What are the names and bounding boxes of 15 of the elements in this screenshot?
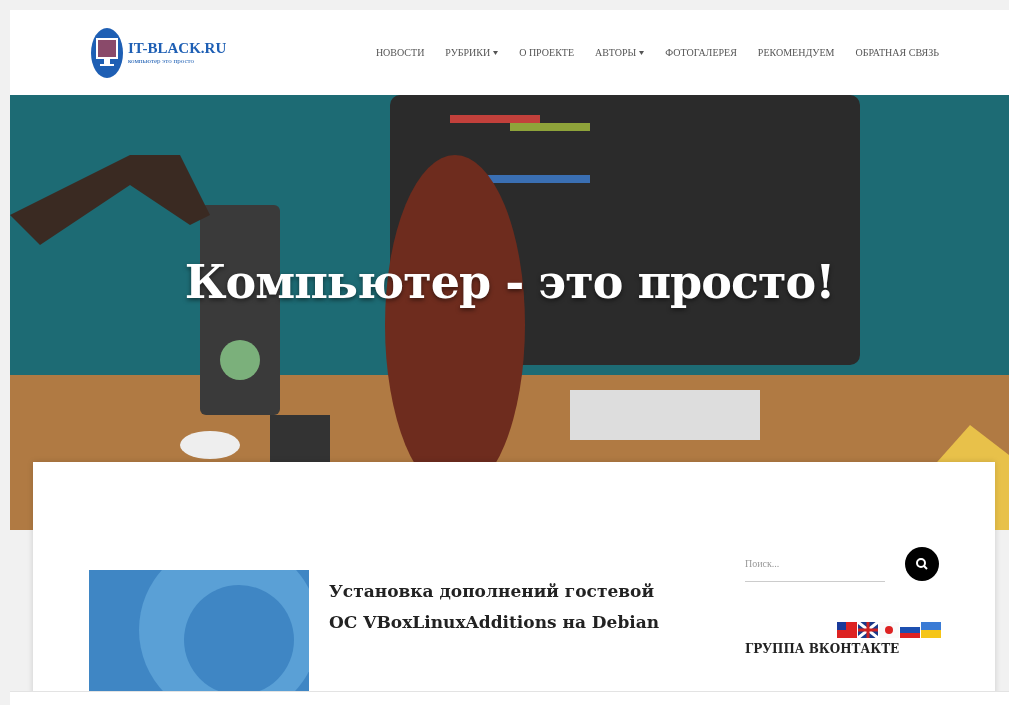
nav-link[interactable]: О ПРОЕКТЕ — [519, 47, 574, 58]
search-icon — [915, 557, 929, 571]
nav-link[interactable]: ОБРАТНАЯ СВЯЗЬ — [855, 47, 939, 58]
nav-link[interactable]: НОВОСТИ — [375, 47, 425, 58]
nav-link[interactable]: РУБРИКИ — [445, 47, 499, 58]
nav-link[interactable]: РЕКОМЕНДУЕМ — [757, 47, 835, 58]
logo-title[interactable]: IT-BLACK.RU — [128, 40, 227, 57]
search-button[interactable] — [905, 547, 939, 581]
post-title[interactable]: Установка дополнений гостевой ОС VBoxLinuxAdditions на Debian — [329, 576, 669, 638]
nav-link[interactable]: ФОТОГАЛЕРЕЯ — [665, 47, 737, 58]
hero-heading: Компьютер - это просто! — [183, 255, 836, 309]
monitor-logo-icon — [90, 26, 124, 79]
nav-link[interactable]: АВТОРЫ — [595, 47, 645, 58]
widget-title: ГРУППА ВКОНТАКТЕ — [745, 642, 901, 656]
flag-icon[interactable] — [858, 622, 878, 638]
